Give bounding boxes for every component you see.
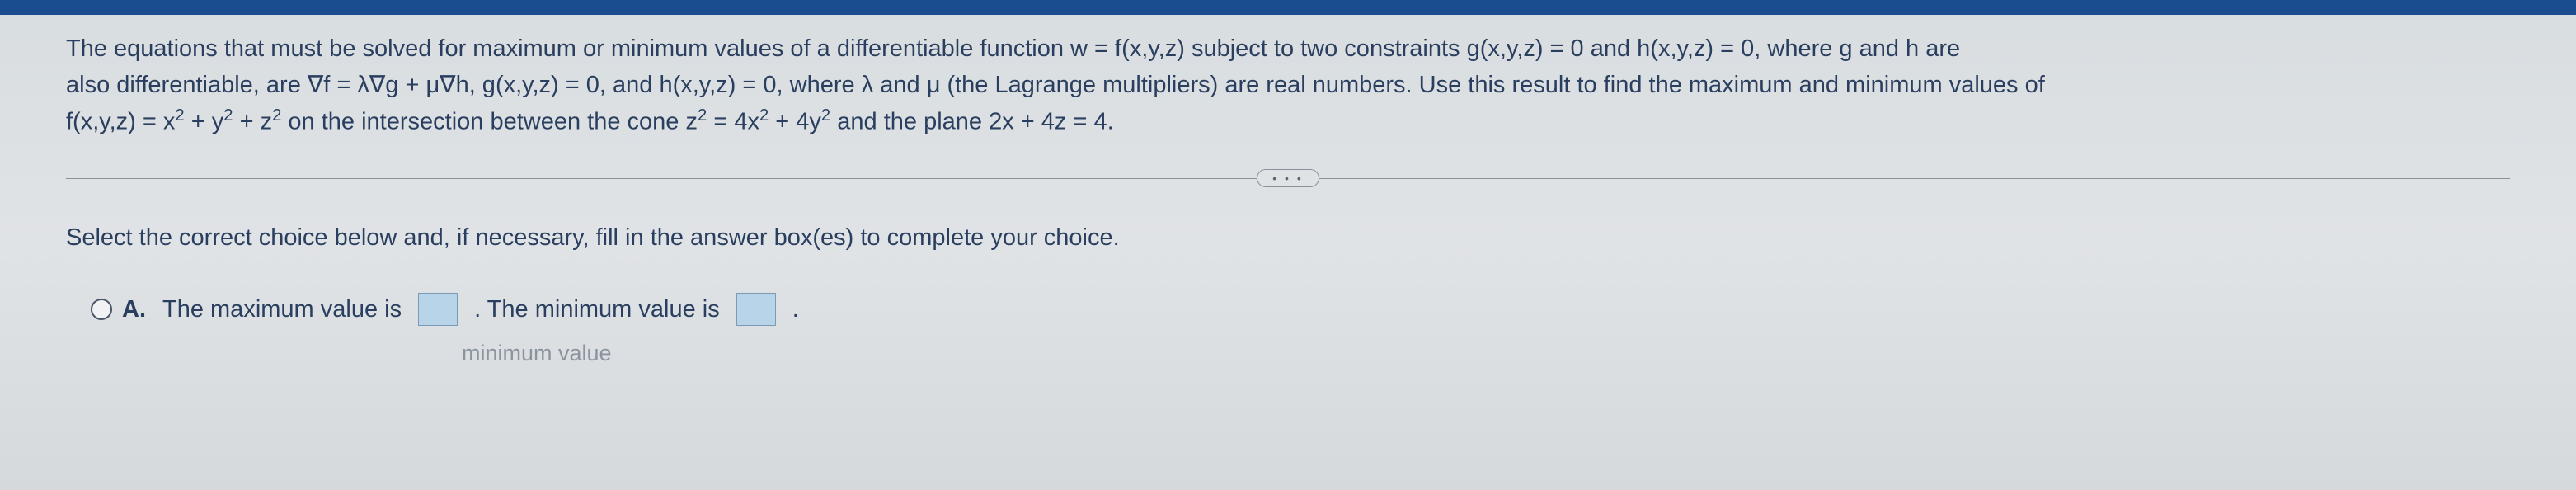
problem-line-3-mid2: + z: [233, 109, 273, 135]
problem-line-2: also differentiable, are ∇f = λ∇g + μ∇h,…: [66, 72, 2045, 98]
problem-line-3-mid4: = 4x: [707, 109, 759, 135]
choice-a-end-text: .: [792, 296, 799, 323]
problem-line-3-suffix: and the plane 2x + 4z = 4.: [830, 109, 1113, 135]
problem-line-3-mid3: on the intersection between the cone z: [281, 109, 698, 135]
problem-line-3-mid5: + 4y: [769, 109, 821, 135]
problem-line-3-prefix: f(x,y,z) = x: [66, 109, 175, 135]
exp: 2: [272, 106, 281, 125]
choice-a-max-text: The maximum value is: [162, 296, 402, 323]
divider-line-left: [66, 178, 1257, 179]
choice-a-label: A.: [122, 296, 146, 323]
max-value-input[interactable]: [418, 293, 458, 326]
window-title-bar: [0, 0, 2576, 15]
problem-line-3-mid1: + y: [185, 109, 224, 135]
problem-line-1: The equations that must be solved for ma…: [66, 35, 1960, 62]
exp: 2: [223, 106, 233, 125]
divider-expand-badge[interactable]: • • •: [1257, 169, 1319, 187]
divider-line-right: [1319, 178, 2510, 179]
exp: 2: [821, 106, 830, 125]
content-area: The equations that must be solved for ma…: [0, 15, 2576, 366]
min-value-input[interactable]: [736, 293, 776, 326]
exp: 2: [175, 106, 184, 125]
instruction-text: Select the correct choice below and, if …: [66, 224, 2510, 252]
faded-cutoff-text: minimum value: [462, 341, 2510, 366]
section-divider: • • •: [66, 169, 2510, 187]
choice-a-row: A. The maximum value is . The minimum va…: [91, 293, 2510, 326]
choice-a-min-text: . The minimum value is: [474, 296, 720, 323]
radio-choice-a[interactable]: [91, 299, 112, 320]
problem-statement: The equations that must be solved for ma…: [66, 31, 2510, 140]
exp: 2: [759, 106, 769, 125]
exp: 2: [698, 106, 707, 125]
